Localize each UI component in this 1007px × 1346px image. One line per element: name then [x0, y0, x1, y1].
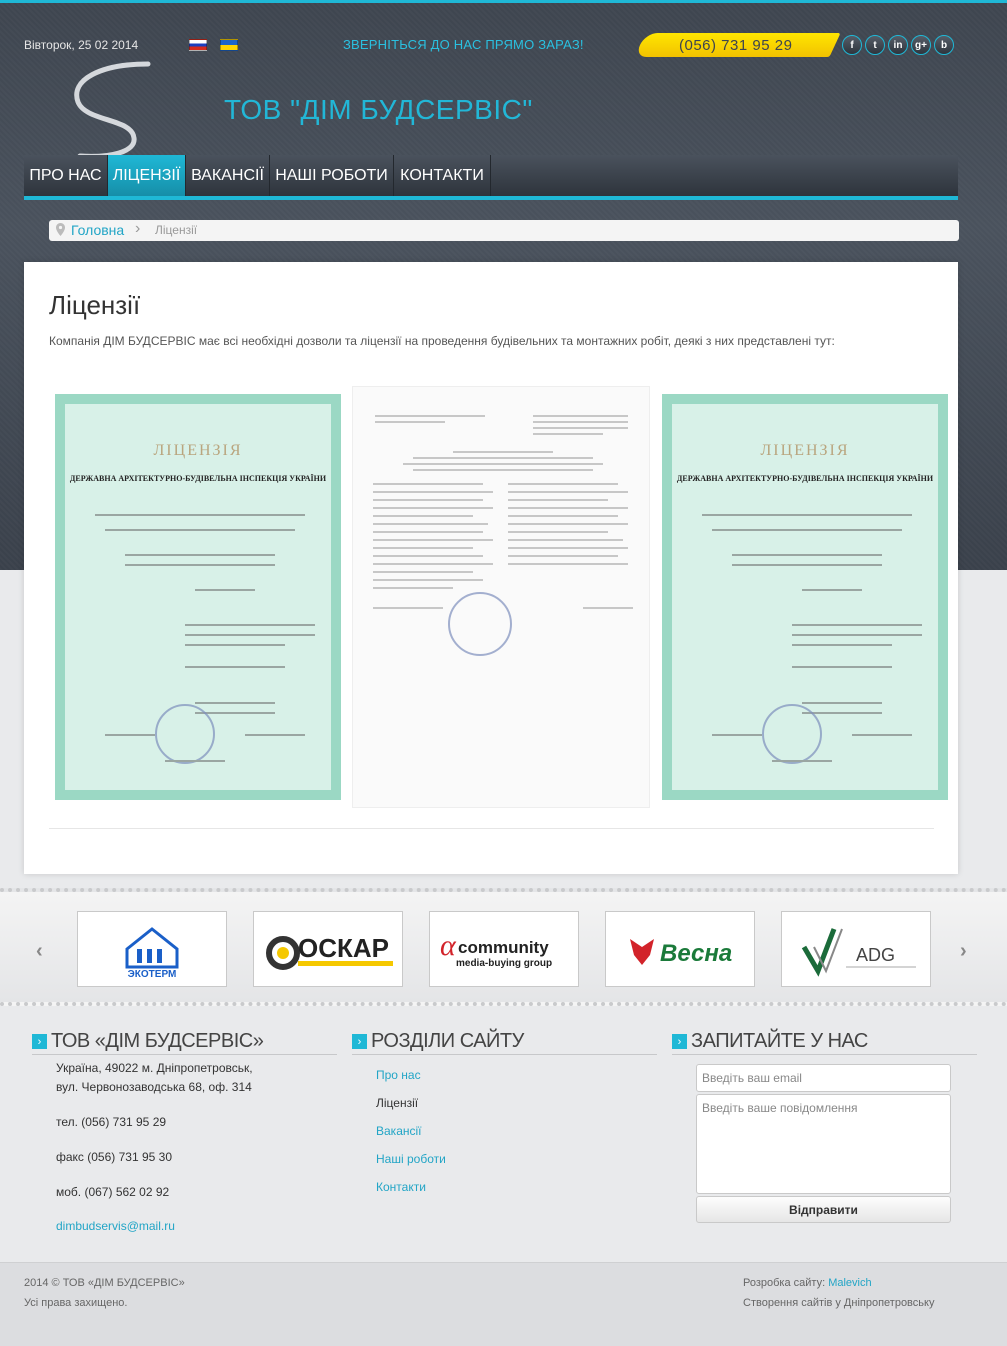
chevron-right-icon[interactable]: › — [960, 940, 967, 963]
license-image[interactable]: ЛІЦЕНЗІЯ ДЕРЖАВНА АРХІТЕКТУРНО-БУДІВЕЛЬН… — [49, 386, 347, 808]
rights-text: Усі права захищено. — [24, 1297, 128, 1309]
main-content: Ліцензії Компанія ДІМ БУДСЕРВІС має всі … — [24, 262, 958, 874]
license-subtitle: ДЕРЖАВНА АРХІТЕКТУРНО-БУДІВЕЛЬНА ІНСПЕКЦ… — [69, 474, 327, 483]
developer-tagline: Створення сайтів у Дніпропетровську — [743, 1297, 935, 1309]
breadcrumb-current: Ліцензії — [155, 223, 198, 237]
copyright-text: 2014 © ТОВ «ДІМ БУДСЕРВІС» — [24, 1277, 185, 1289]
twitter-icon[interactable]: t — [865, 35, 885, 55]
ecoterm-logo: ЭКОТЕРМ — [125, 927, 179, 979]
adg-logo-text: ADG — [856, 945, 895, 965]
footer-mobile: моб. (067) 562 02 92 — [56, 1185, 170, 1199]
nav-item-our-works[interactable]: НАШІ РОБОТИ — [270, 155, 394, 196]
footer-email-link[interactable]: dimbudservis@mail.ru — [56, 1217, 175, 1235]
partners-carousel: ‹ ЭКОТЕРМ ОСКАР α community media-buying… — [0, 888, 1007, 1006]
svg-text:α: α — [440, 929, 457, 962]
community-logo-text: community — [458, 938, 549, 957]
chevron-right-icon: › — [352, 1034, 367, 1049]
footer-sections-title: РОЗДІЛИ САЙТУ — [371, 1030, 524, 1052]
vesna-logo-text: Весна — [660, 940, 732, 967]
nav-item-licenses[interactable]: ЛІЦЕНЗІЇ — [108, 155, 186, 196]
license-subtitle: ДЕРЖАВНА АРХІТЕКТУРНО-БУДІВЕЛЬНА ІНСПЕКЦ… — [676, 474, 934, 483]
license-header: ЛІЦЕНЗІЯ — [153, 442, 243, 459]
breadcrumb-separator-icon: › — [135, 220, 141, 237]
chevron-left-icon[interactable]: ‹ — [36, 940, 43, 963]
russian-flag-icon[interactable] — [189, 39, 207, 51]
partner-logo-oskar[interactable]: ОСКАР — [253, 911, 403, 987]
linkedin-icon[interactable]: in — [888, 35, 908, 55]
nav-item-about[interactable]: ПРО НАС — [24, 155, 108, 196]
footer-link-about[interactable]: Про нас — [376, 1066, 421, 1084]
breadcrumb-home-link[interactable]: Головна — [71, 222, 124, 238]
ecoterm-logo-text: ЭКОТЕРМ — [128, 969, 177, 979]
bookmark-icon[interactable]: b — [934, 35, 954, 55]
breadcrumb: Головна › Ліцензії — [49, 220, 959, 241]
google-plus-icon[interactable]: g+ — [911, 35, 931, 55]
chevron-right-icon: › — [32, 1034, 47, 1049]
partner-logo-vesna[interactable]: Весна — [605, 911, 755, 987]
partner-logo-ecoterm[interactable]: ЭКОТЕРМ — [77, 911, 227, 987]
footer-link-contacts[interactable]: Контакти — [376, 1178, 426, 1196]
svg-text:media-buying group: media-buying group — [456, 958, 552, 969]
ukrainian-flag-icon[interactable] — [220, 39, 238, 51]
oskar-logo-text: ОСКАР — [298, 933, 389, 963]
brand-name[interactable]: ТОВ "ДІМ БУДСЕРВІС" — [224, 94, 533, 126]
footer-fax: факс (056) 731 95 30 — [56, 1150, 172, 1164]
send-button[interactable]: Відправити — [696, 1196, 951, 1223]
main-navigation: ПРО НАС ЛІЦЕНЗІЇ ВАКАНСІЇ НАШІ РОБОТИ КО… — [24, 155, 958, 200]
footer-company-title: ТОВ «ДІМ БУДСЕРВІС» — [51, 1030, 264, 1052]
developer-link[interactable]: Malevich — [828, 1277, 871, 1289]
nav-item-contacts[interactable]: КОНТАКТИ — [394, 155, 491, 196]
nav-item-vacancies[interactable]: ВАКАНСІЇ — [186, 155, 270, 196]
location-pin-icon — [56, 223, 65, 236]
intro-text: Компанія ДІМ БУДСЕРВІС має всі необхідні… — [49, 334, 835, 348]
footer-link-licenses[interactable]: Ліцензії — [376, 1094, 418, 1112]
footer-link-vacancies[interactable]: Вакансії — [376, 1122, 422, 1140]
vesna-logo: Весна — [630, 939, 732, 967]
page-title: Ліцензії — [49, 290, 141, 320]
footer-ask-title: ЗАПИТАЙТЕ У НАС — [691, 1030, 868, 1052]
phone-number: (056) 731 95 29 — [679, 37, 793, 54]
logo-s-icon[interactable] — [60, 60, 160, 160]
footer-title-underline — [352, 1054, 657, 1055]
developer-label: Розробка сайту: — [743, 1277, 829, 1289]
current-date: Вівторок, 25 02 2014 — [24, 38, 139, 52]
footer-tel: тел. (056) 731 95 29 — [56, 1115, 167, 1129]
footer-title-underline — [32, 1054, 337, 1055]
developer-credit: Розробка сайту: Malevich — [743, 1277, 872, 1289]
footer-title-underline — [672, 1054, 977, 1055]
footer-link-our-works[interactable]: Наші роботи — [376, 1150, 446, 1168]
partner-logo-adg[interactable]: ADG — [781, 911, 931, 987]
license-appendix-image[interactable] — [352, 386, 650, 808]
message-textarea[interactable]: Введіть ваше повідомлення — [696, 1094, 951, 1194]
community-logo: α community media-buying group — [440, 929, 552, 969]
email-input[interactable]: Введіть ваш email — [696, 1064, 951, 1092]
license-image[interactable]: ЛІЦЕНЗІЯ ДЕРЖАВНА АРХІТЕКТУРНО-БУДІВЕЛЬН… — [656, 386, 954, 808]
chevron-right-icon: › — [672, 1034, 687, 1049]
footer-address-line2: вул. Червонозаводська 68, оф. 314 — [56, 1080, 252, 1094]
oskar-logo: ОСКАР — [266, 933, 393, 970]
adg-logo: ADG — [801, 928, 916, 977]
footer-address-line1: Україна, 49022 м. Дніпропетровськ, — [56, 1061, 253, 1075]
license-header: ЛІЦЕНЗІЯ — [760, 442, 850, 459]
facebook-icon[interactable]: f — [842, 35, 862, 55]
contact-cta[interactable]: ЗВЕРНІТЬСЯ ДО НАС ПРЯМО ЗАРАЗ! — [343, 37, 584, 52]
partner-logo-community[interactable]: α community media-buying group — [429, 911, 579, 987]
content-divider — [49, 828, 934, 829]
